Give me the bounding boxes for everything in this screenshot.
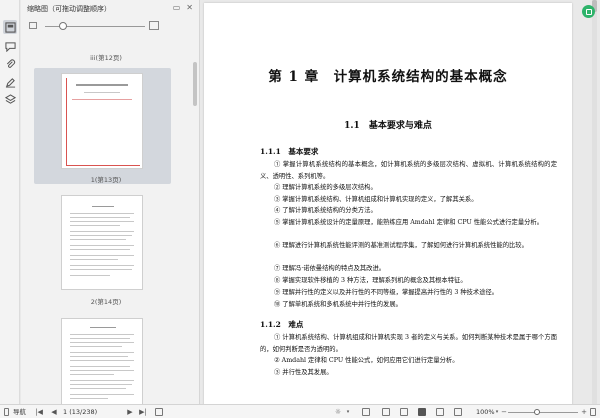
requirement-item: ⑩ 了解单机系统和多机系统中并行性的发展。: [274, 301, 402, 308]
zoom-level[interactable]: 100%: [476, 408, 495, 416]
document-page: 第 1 章 计算机系统结构的基本概念 1.1 基本要求与难点 1.1.1 基本要…: [204, 3, 572, 404]
next-page-button[interactable]: ▶: [126, 408, 134, 416]
continuous-view-icon[interactable]: [400, 408, 408, 416]
single-page-view-icon[interactable]: [362, 408, 370, 416]
requirement-item: ⑧ 掌握实现软件移植的 3 种方法，理解系列机的概念及其根本特征。: [274, 277, 467, 284]
fit-page-icon[interactable]: [454, 408, 462, 416]
document-scrollbar[interactable]: [592, 0, 597, 404]
thumbnail-label: 1(第13页): [90, 176, 122, 184]
document-viewer: 第 1 章 计算机系统结构的基本概念 1.1 基本要求与难点 1.1.1 基本要…: [200, 0, 600, 404]
zoom-slider[interactable]: [508, 412, 578, 413]
thumbnail-size-slider[interactable]: [21, 18, 199, 34]
play-icon[interactable]: [418, 408, 426, 416]
zoom-out-button[interactable]: −: [500, 408, 508, 416]
requirement-item: ② 理解计算机系统的多级层次结构。: [274, 184, 377, 191]
thumbnail-scrollbar[interactable]: [193, 36, 197, 402]
panel-menu-icon[interactable]: ▭: [173, 4, 181, 12]
requirement-item: ⑨ 理解并行性的定义以及并行性的不同等级，掌握提高并行性的 3 种技术途径。: [274, 289, 499, 296]
thumbnail-icon[interactable]: [3, 20, 17, 34]
comment-icon[interactable]: [3, 39, 17, 53]
app-assistant-icon[interactable]: [582, 5, 595, 18]
requirement-item: ① 掌握计算机系统结构的基本概念，如计算机系统的多级层次结构、虚拟机、计算机系统…: [260, 161, 557, 180]
difficulty-item: ① 计算机系统结构、计算机组成和计算机实现 3 者的定义与关系。如何判断某种技术…: [260, 334, 557, 353]
panel-close-icon[interactable]: ✕: [186, 4, 193, 12]
thumbnail-label: 2(第14页): [90, 298, 122, 306]
panel-title: 缩略图（可拖动调整顺序）: [27, 5, 111, 13]
attachment-icon[interactable]: [3, 57, 17, 71]
fullscreen-icon[interactable]: [590, 408, 596, 416]
signature-icon[interactable]: [3, 75, 17, 89]
subsection-title: 1.1.1 基本要求: [260, 147, 319, 156]
thumbnail-page-14[interactable]: [61, 195, 143, 290]
page-indicator[interactable]: 1 (13/238): [63, 408, 97, 416]
fit-width-icon[interactable]: [436, 408, 444, 416]
zoom-in-button[interactable]: +: [580, 408, 588, 416]
status-bar: 导航 |◀ ◀ 1 (13/238) ▶ ▶| ☼ ▾ 100% ▾ − +: [0, 404, 600, 418]
sidebar-rail: [0, 0, 20, 404]
difficulty-item: ③ 并行性及其发展。: [274, 369, 333, 376]
requirement-item: ⑦ 理解冯·诺依曼结构的特点及其改进。: [274, 265, 386, 272]
chapter-title: 第 1 章 计算机系统结构的基本概念: [268, 69, 508, 85]
thumbnail-label: iii(第12页): [90, 54, 122, 62]
subsection-title: 1.1.2 难点: [260, 320, 304, 329]
nav-label[interactable]: 导航: [13, 408, 26, 416]
layers-icon[interactable]: [3, 92, 17, 106]
requirement-item: ⑥ 理解进行计算机系统性能评测的基准测试程序集，了解如何进行计算机系统性能的比较…: [274, 242, 528, 249]
requirement-item: ③ 掌握计算机系统结构、计算机组成和计算机实现的定义，了解其关系。: [274, 196, 478, 203]
requirement-item: ④ 了解计算机系统结构的分类方法。: [274, 207, 377, 214]
last-page-button[interactable]: ▶|: [139, 408, 147, 416]
thumbnail-page-15[interactable]: [61, 318, 143, 404]
zoom-slider-knob[interactable]: [534, 409, 540, 415]
exit-icon[interactable]: [155, 408, 163, 416]
eye-protection-icon[interactable]: ☼: [334, 408, 342, 416]
difficulty-item: ② Amdahl 定律和 CPU 性能公式，如何应用它们进行定量分析。: [274, 357, 459, 364]
sidebar-toggle-icon[interactable]: [4, 408, 9, 416]
section-title: 1.1 基本要求与难点: [344, 121, 432, 131]
requirement-item: ⑤ 掌握计算机系统设计的定量原理，能熟练应用 Amdahl 定律和 CPU 性能…: [274, 219, 544, 226]
first-page-button[interactable]: |◀: [35, 408, 43, 416]
thumbnail-panel: 缩略图（可拖动调整顺序） ▭ ✕ iii(第12页) 1(第13页) 2(第14…: [21, 0, 200, 404]
thumbnail-page-13[interactable]: [61, 73, 143, 169]
small-image-icon: [29, 22, 37, 29]
previous-page-button[interactable]: ◀: [50, 408, 58, 416]
double-page-view-icon[interactable]: [382, 408, 390, 416]
large-image-icon: [149, 21, 159, 30]
chevron-down-icon[interactable]: ▾: [344, 408, 352, 416]
slider-knob[interactable]: [59, 22, 67, 30]
